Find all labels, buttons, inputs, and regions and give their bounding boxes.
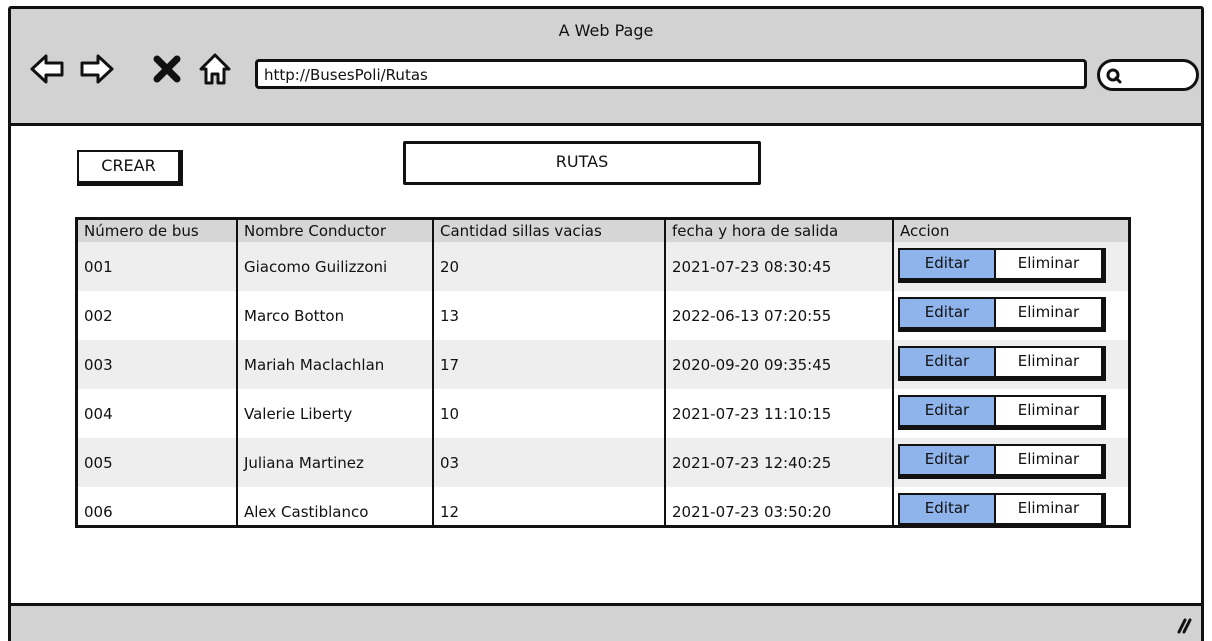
edit-button[interactable]: Editar: [900, 397, 996, 425]
bus-number-cell: 006: [78, 487, 238, 525]
create-button[interactable]: CREAR: [77, 150, 183, 186]
forward-arrow-icon[interactable]: [79, 51, 115, 87]
empty-seats-cell: 12: [434, 487, 666, 525]
column-header-action: Accion: [900, 222, 950, 240]
action-cell: Editar Eliminar: [894, 291, 1128, 340]
empty-seats-cell: 17: [434, 340, 666, 389]
action-cell: Editar Eliminar: [894, 438, 1128, 487]
departure-cell: 2022-06-13 07:20:55: [666, 291, 894, 340]
browser-search-field[interactable]: [1097, 59, 1199, 91]
empty-seats-cell: 13: [434, 291, 666, 340]
delete-button[interactable]: Eliminar: [996, 446, 1101, 474]
departure-cell: 2021-07-23 12:40:25: [666, 438, 894, 487]
browser-toolbar: A Web Page http://BusesPoli/Rutas: [11, 9, 1201, 126]
driver-cell: Valerie Liberty: [238, 389, 434, 438]
edit-button[interactable]: Editar: [900, 446, 996, 474]
table-row: 005 Juliana Martinez 03 2021-07-23 12:40…: [78, 438, 1128, 487]
home-icon[interactable]: [197, 51, 233, 87]
driver-cell: Alex Castiblanco: [238, 487, 434, 525]
action-cell: Editar Eliminar: [894, 340, 1128, 389]
delete-button[interactable]: Eliminar: [996, 348, 1101, 376]
resize-handle-icon[interactable]: [1171, 614, 1193, 636]
delete-button[interactable]: Eliminar: [996, 250, 1101, 278]
driver-cell: Mariah Maclachlan: [238, 340, 434, 389]
table-header: Número de bus Nombre Conductor Cantidad …: [78, 220, 1128, 242]
departure-cell: 2021-07-23 03:50:20: [666, 487, 894, 525]
bus-number-cell: 001: [78, 242, 238, 291]
row-actions: Editar Eliminar: [898, 444, 1106, 479]
table-row: 004 Valerie Liberty 10 2021-07-23 11:10:…: [78, 389, 1128, 438]
column-header-driver: Nombre Conductor: [238, 220, 434, 242]
status-bar: [11, 603, 1201, 641]
delete-button[interactable]: Eliminar: [996, 397, 1101, 425]
action-cell: Editar Eliminar: [894, 242, 1128, 291]
departure-cell: 2021-07-23 11:10:15: [666, 389, 894, 438]
edit-button[interactable]: Editar: [900, 348, 996, 376]
browser-window: A Web Page http://BusesPoli/Rutas CREAR …: [8, 6, 1204, 641]
edit-button[interactable]: Editar: [900, 299, 996, 327]
window-title: A Web Page: [558, 21, 654, 40]
back-arrow-icon[interactable]: [29, 51, 65, 87]
column-header-bus-number: Número de bus: [78, 220, 238, 242]
table-row: 006 Alex Castiblanco 12 2021-07-23 03:50…: [78, 487, 1128, 525]
routes-table: Número de bus Nombre Conductor Cantidad …: [75, 217, 1131, 528]
empty-seats-cell: 10: [434, 389, 666, 438]
action-cell: Editar Eliminar: [894, 487, 1128, 525]
bus-number-cell: 002: [78, 291, 238, 340]
row-actions: Editar Eliminar: [898, 395, 1106, 430]
edit-button[interactable]: Editar: [900, 250, 996, 278]
driver-cell: Marco Botton: [238, 291, 434, 340]
table-row: 002 Marco Botton 13 2022-06-13 07:20:55 …: [78, 291, 1128, 340]
table-row: 003 Mariah Maclachlan 17 2020-09-20 09:3…: [78, 340, 1128, 389]
page-title: RUTAS: [403, 141, 761, 185]
departure-cell: 2021-07-23 08:30:45: [666, 242, 894, 291]
row-actions: Editar Eliminar: [898, 248, 1106, 283]
empty-seats-cell: 03: [434, 438, 666, 487]
edit-button[interactable]: Editar: [900, 495, 996, 523]
delete-button[interactable]: Eliminar: [996, 495, 1101, 523]
delete-button[interactable]: Eliminar: [996, 299, 1101, 327]
bus-number-cell: 003: [78, 340, 238, 389]
stop-icon[interactable]: [149, 51, 185, 87]
action-cell: Editar Eliminar: [894, 389, 1128, 438]
row-actions: Editar Eliminar: [898, 297, 1106, 332]
driver-cell: Juliana Martinez: [238, 438, 434, 487]
table-row: 001 Giacomo Guilizzoni 20 2021-07-23 08:…: [78, 242, 1128, 291]
departure-cell: 2020-09-20 09:35:45: [666, 340, 894, 389]
row-actions: Editar Eliminar: [898, 493, 1106, 525]
search-icon: [1106, 68, 1122, 84]
bus-number-cell: 004: [78, 389, 238, 438]
empty-seats-cell: 20: [434, 242, 666, 291]
row-actions: Editar Eliminar: [898, 346, 1106, 381]
address-bar[interactable]: http://BusesPoli/Rutas: [255, 59, 1087, 89]
column-header-empty-seats: Cantidad sillas vacias: [434, 220, 666, 242]
column-header-departure: fecha y hora de salida: [666, 220, 894, 242]
driver-cell: Giacomo Guilizzoni: [238, 242, 434, 291]
bus-number-cell: 005: [78, 438, 238, 487]
